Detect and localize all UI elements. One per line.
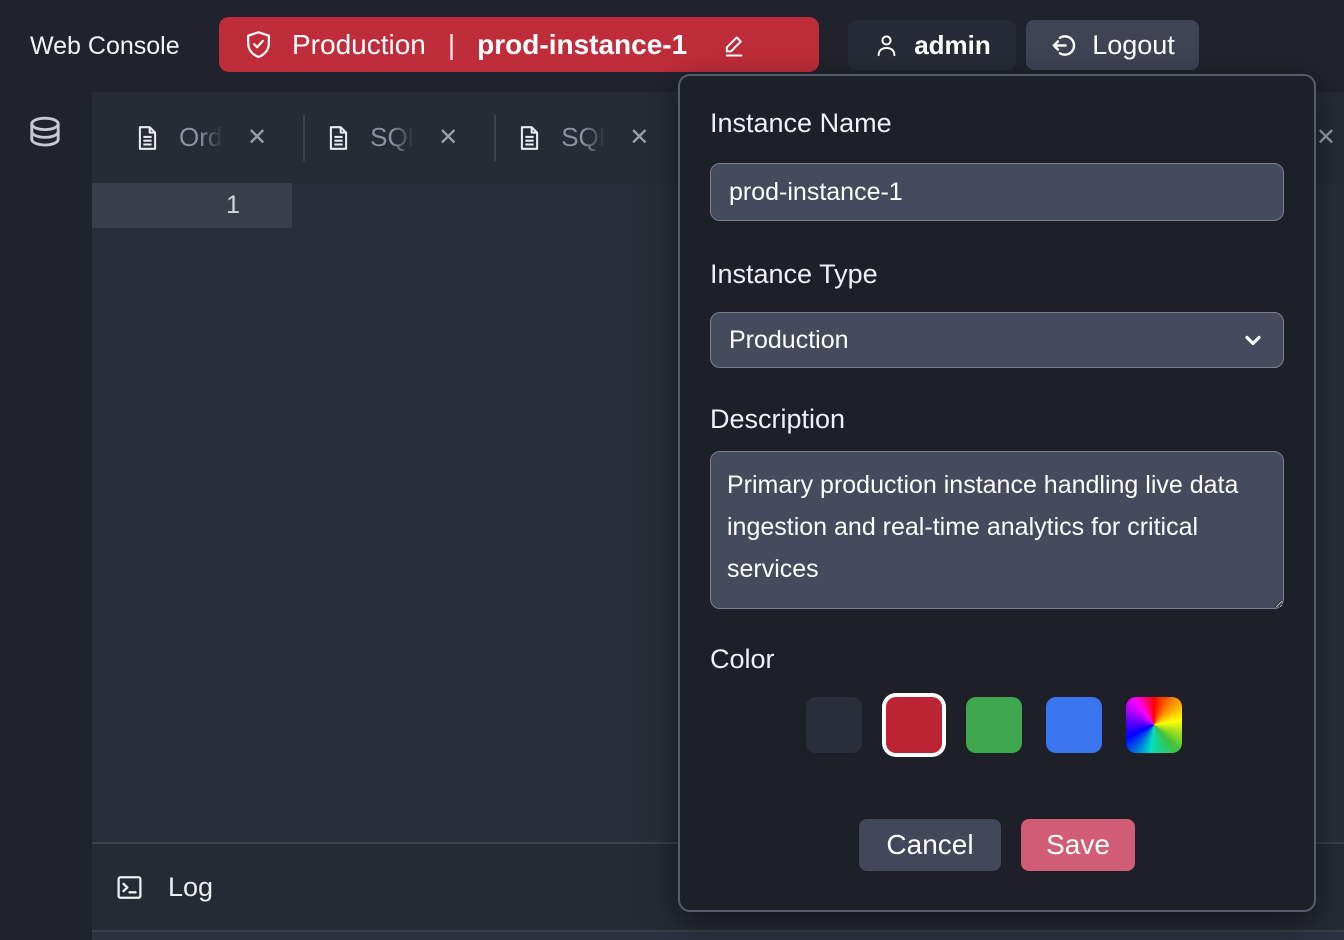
color-swatch-red[interactable] <box>886 697 942 753</box>
user-button[interactable]: admin <box>848 20 1016 70</box>
color-label: Color <box>710 644 1284 675</box>
user-icon <box>873 32 900 59</box>
active-line-gutter: 1 <box>92 183 292 228</box>
color-swatch-default[interactable] <box>806 697 862 753</box>
tab-orders[interactable]: Ord ✕ <box>136 122 281 153</box>
tab-label: SQL <box>561 122 609 153</box>
tab-close-icon[interactable]: ✕ <box>247 126 267 150</box>
description-label: Description <box>710 404 1284 435</box>
tab-divider <box>494 115 496 161</box>
instance-name-label: prod-instance-1 <box>477 29 687 61</box>
user-name: admin <box>914 30 991 61</box>
save-button[interactable]: Save <box>1021 819 1135 871</box>
logout-icon <box>1050 31 1079 60</box>
tab-close-icon[interactable]: ✕ <box>629 126 649 150</box>
web-console-app: Web Console Production | prod-instance-1 <box>0 0 1344 940</box>
logout-label: Logout <box>1092 30 1175 61</box>
instance-type-select[interactable]: Production <box>710 312 1284 368</box>
dialog-actions: Cancel Save <box>710 819 1284 871</box>
color-swatch-green[interactable] <box>966 697 1022 753</box>
tab-close-icon[interactable]: ✕ <box>438 126 458 150</box>
tab-sql-1[interactable]: SQL ✕ <box>327 122 472 153</box>
cancel-button[interactable]: Cancel <box>859 819 1001 871</box>
app-title: Web Console <box>30 0 180 92</box>
database-icon[interactable] <box>25 114 65 158</box>
color-swatch-row <box>806 697 1284 753</box>
file-icon <box>136 125 159 151</box>
tab-label: Ord <box>179 122 227 153</box>
color-swatch-custom[interactable] <box>1126 697 1182 753</box>
color-swatch-blue[interactable] <box>1046 697 1102 753</box>
instance-badge[interactable]: Production | prod-instance-1 <box>219 17 819 72</box>
instance-type-label: Instance Type <box>710 259 1284 290</box>
file-icon <box>518 125 541 151</box>
tab-divider <box>303 115 305 161</box>
left-sidebar <box>0 92 92 930</box>
chevron-down-icon <box>1241 328 1265 352</box>
line-number: 1 <box>92 183 292 228</box>
environment-label: Production <box>292 29 426 61</box>
logout-button[interactable]: Logout <box>1026 20 1199 70</box>
edit-instance-dialog: Instance Name Instance Type Production D… <box>678 74 1316 912</box>
instance-type-value: Production <box>729 326 849 355</box>
bottom-strip <box>92 932 1344 940</box>
terminal-icon <box>115 873 144 902</box>
instance-name-label: Instance Name <box>710 108 1284 139</box>
tab-label: SQL <box>370 122 418 153</box>
log-label: Log <box>168 872 213 903</box>
badge-separator: | <box>448 29 455 61</box>
instance-name-input[interactable] <box>710 163 1284 221</box>
file-icon <box>327 125 350 151</box>
description-textarea[interactable]: Primary production instance handling liv… <box>710 451 1284 609</box>
shield-check-icon <box>243 29 274 60</box>
tab-close-icon-far[interactable]: ✕ <box>1316 92 1336 183</box>
edit-pencil-icon[interactable] <box>721 31 749 59</box>
tab-sql-2[interactable]: SQL ✕ <box>518 122 663 153</box>
